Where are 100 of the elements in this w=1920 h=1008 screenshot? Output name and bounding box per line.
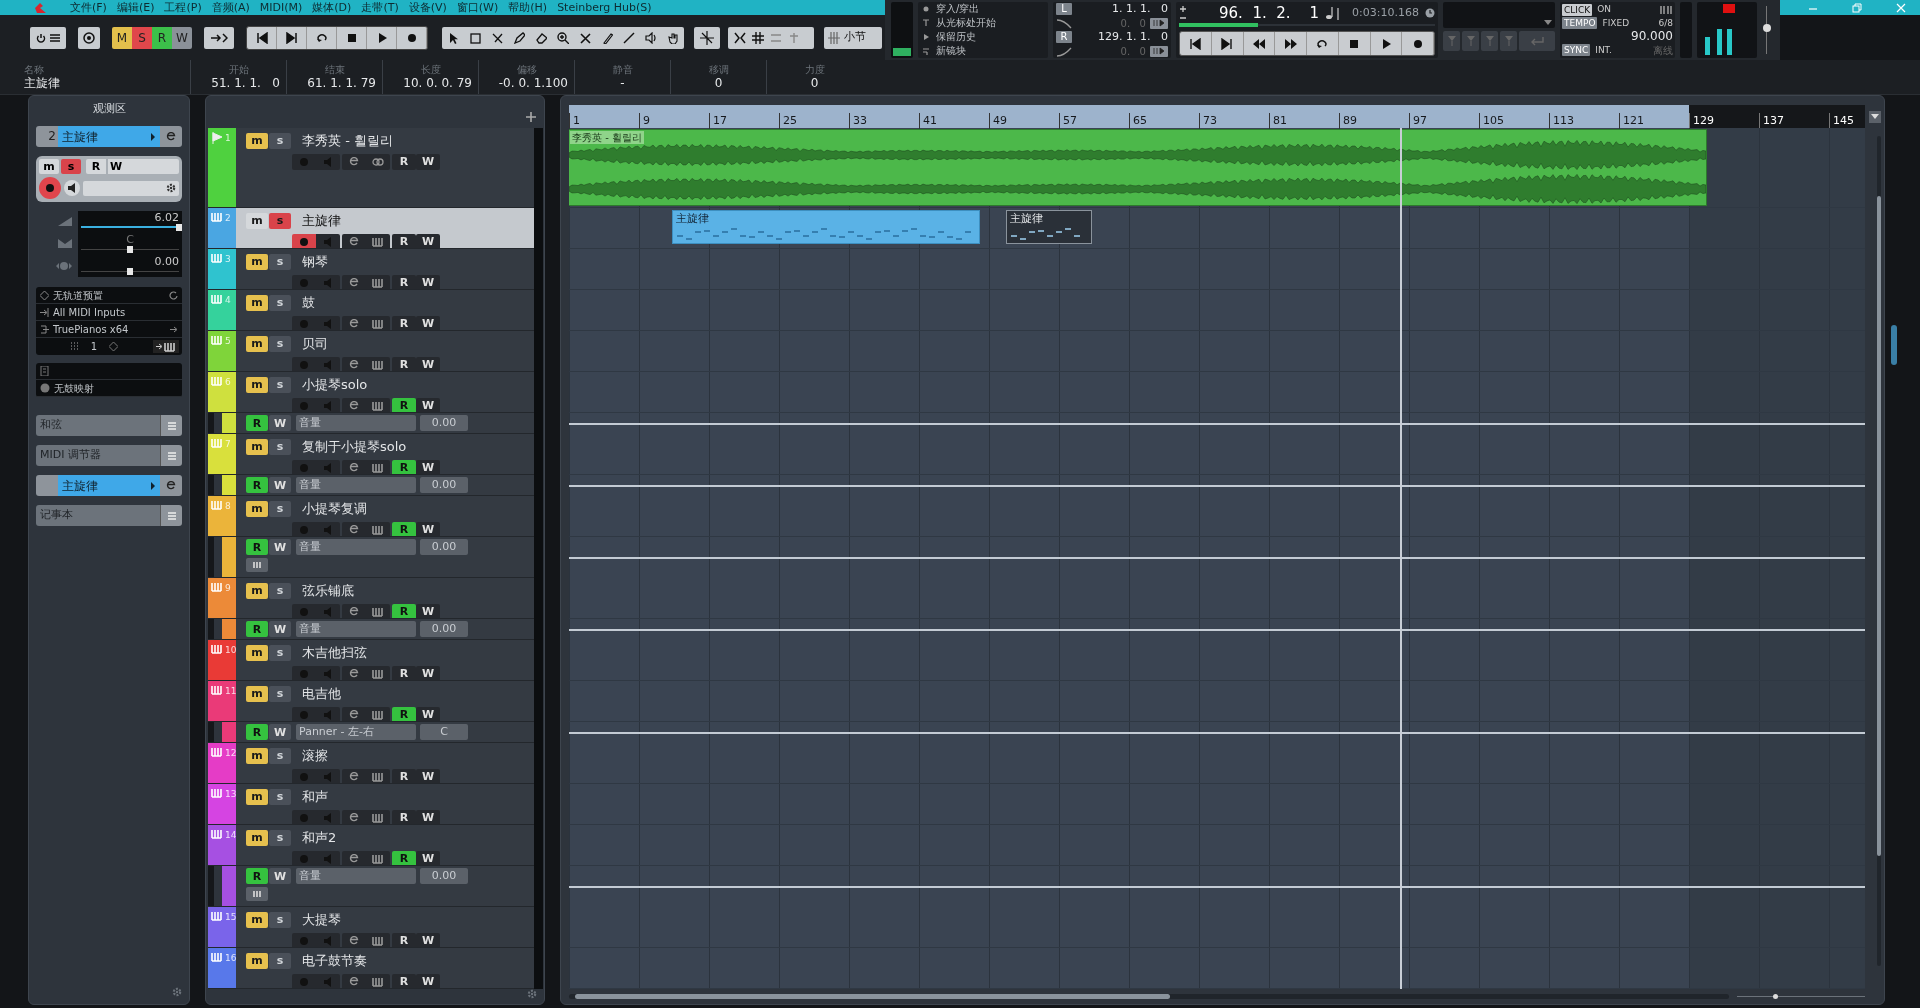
solo-button[interactable]: s — [269, 294, 291, 311]
parameter-value[interactable]: C — [420, 724, 468, 740]
solo-button[interactable]: s — [269, 644, 291, 661]
locator-position[interactable]: 1. 1. 1. 0 — [1076, 0, 1168, 18]
solo-button[interactable]: s — [269, 335, 291, 352]
grid-type-button[interactable]: 小节 — [824, 26, 882, 49]
transport-option[interactable]: 从光标处开始 — [936, 18, 996, 28]
track-header[interactable]: m s 贝司 R W — [236, 331, 534, 371]
mute-button[interactable]: m — [246, 747, 268, 764]
track-name-field[interactable]: 主旋律 — [58, 126, 160, 147]
read-automation-button[interactable]: R — [392, 521, 416, 536]
read-automation-button[interactable]: R — [246, 415, 268, 431]
midi-event[interactable]: 主旋律 — [672, 210, 980, 244]
track-header[interactable]: m s 电子鼓节奏 R W — [236, 948, 534, 988]
mute-button[interactable]: m — [246, 253, 268, 270]
parameter-value[interactable]: 0.00 — [420, 868, 468, 884]
track-name[interactable]: 电子鼓节奏 — [302, 951, 367, 971]
mute-button[interactable]: m — [246, 212, 268, 229]
track-name[interactable]: 复制于小提琴solo — [302, 437, 407, 457]
parameter-field[interactable]: 音量 — [296, 539, 416, 555]
track-name[interactable]: 钢琴 — [302, 252, 328, 272]
parameter-field[interactable]: 音量 — [296, 621, 416, 637]
read-automation-button[interactable]: R — [392, 706, 416, 721]
field-value[interactable]: 51. 1. 1. 0 — [197, 76, 280, 91]
read-automation-button[interactable]: R — [392, 932, 416, 947]
automation-mode-button[interactable]: S — [132, 26, 152, 49]
read-automation-button[interactable]: R — [246, 621, 268, 637]
write-automation-button[interactable]: W — [416, 315, 440, 330]
parameter-value[interactable]: 0.00 — [420, 621, 468, 637]
write-automation-button[interactable]: W — [108, 159, 179, 174]
track-name[interactable]: 木吉他扫弦 — [302, 643, 367, 663]
menu-item[interactable]: 音频(A) — [211, 2, 250, 13]
solo-button[interactable]: s — [269, 829, 291, 846]
solo-button[interactable]: s — [269, 500, 291, 517]
read-automation-button[interactable]: R — [392, 768, 416, 783]
track-header[interactable]: m s 主旋律 R W — [236, 208, 534, 248]
menu-item[interactable]: 帮助(H) — [508, 2, 548, 13]
write-automation-button[interactable]: W — [269, 621, 291, 637]
track-name[interactable]: 小提琴solo — [302, 375, 368, 395]
ruler[interactable]: 1 9 17 25 33 41 49 57 65 73 81 89 97 105 113 121 129 137 145 — [569, 105, 1865, 128]
volume-slider-value[interactable]: 6.02 — [81, 212, 179, 224]
field-value[interactable]: 61. 1. 1. 79 — [293, 76, 376, 91]
read-automation-button[interactable]: R — [392, 153, 416, 170]
solo-button[interactable]: s — [269, 952, 291, 969]
delay-slider-value[interactable]: 0.00 — [81, 256, 179, 268]
solo-button[interactable]: s — [269, 212, 291, 229]
track-header[interactable]: m s 复制于小提琴solo R W — [236, 434, 534, 474]
time-display[interactable]: 0:03:10.168 — [1352, 4, 1419, 22]
write-automation-button[interactable]: W — [269, 415, 291, 431]
track-header[interactable]: m s 钢琴 R W — [236, 249, 534, 289]
mute-button[interactable]: m — [246, 788, 268, 805]
pan-slider-value[interactable]: C — [81, 234, 179, 246]
write-automation-button[interactable]: W — [416, 706, 440, 721]
write-automation-button[interactable]: W — [416, 850, 440, 865]
read-automation-button[interactable]: R — [392, 356, 416, 371]
field-value[interactable]: 主旋律 — [24, 76, 190, 91]
mute-button[interactable]: m — [246, 644, 268, 661]
track-header[interactable]: m s 电吉他 R W — [236, 681, 534, 721]
menu-item[interactable]: 文件(F) — [70, 2, 107, 13]
automation-mode-button[interactable]: W — [172, 26, 192, 49]
write-automation-button[interactable]: W — [416, 233, 440, 248]
mute-button[interactable]: m — [246, 132, 268, 149]
setting-value[interactable]: TruePianos x64 — [53, 321, 165, 337]
read-automation-button[interactable]: R — [392, 809, 416, 824]
track-name[interactable]: 大提琴 — [302, 910, 341, 930]
track-name-field[interactable]: 主旋律 — [58, 475, 160, 496]
solo-button[interactable]: s — [269, 685, 291, 702]
setting-value[interactable]: 无轨道预置 — [53, 287, 165, 303]
write-automation-button[interactable]: W — [416, 665, 440, 680]
parameter-field[interactable]: 音量 — [296, 415, 416, 431]
read-automation-button[interactable]: R — [246, 477, 268, 493]
parameter-field[interactable]: 音量 — [296, 477, 416, 493]
transport-option[interactable]: 保留历史 — [936, 32, 976, 42]
track-name[interactable]: 弦乐铺底 — [302, 581, 354, 601]
field-value[interactable]: -0. 0. 1.100 — [485, 76, 568, 91]
mute-button[interactable]: m — [246, 500, 268, 517]
audio-event[interactable]: 李秀英 - 휠릴리 — [569, 129, 1707, 206]
solo-button[interactable]: s — [269, 911, 291, 928]
solo-button[interactable]: s — [269, 376, 291, 393]
parameter-value[interactable]: 0.00 — [420, 415, 468, 431]
mute-button[interactable]: m — [246, 438, 268, 455]
write-automation-button[interactable]: W — [416, 973, 440, 988]
position-display[interactable]: 96. 1. 2. 1 — [1219, 1, 1320, 25]
midi-channel[interactable]: 1 — [87, 339, 101, 354]
track-header[interactable]: m s 大提琴 R W — [236, 907, 534, 947]
solo-button[interactable]: s — [269, 788, 291, 805]
field-value[interactable]: 10. 0. 0. 79 — [389, 76, 472, 91]
track-header[interactable]: m s 和声 R W — [236, 784, 534, 824]
mute-button[interactable]: m — [246, 294, 268, 311]
track-header[interactable]: m s 弦乐铺底 R W — [236, 578, 534, 618]
write-automation-button[interactable]: W — [416, 809, 440, 824]
solo-button[interactable]: s — [269, 438, 291, 455]
write-automation-button[interactable]: W — [269, 868, 291, 884]
solo-button[interactable]: s — [269, 582, 291, 599]
menu-item[interactable]: 工程(P) — [164, 2, 202, 13]
setting-value[interactable]: All MIDI Inputs — [53, 304, 178, 320]
read-automation-button[interactable]: R — [392, 397, 416, 412]
parameter-field[interactable]: Panner - 左-右 — [296, 724, 416, 740]
read-automation-button[interactable]: R — [392, 459, 416, 474]
write-automation-button[interactable]: W — [416, 932, 440, 947]
